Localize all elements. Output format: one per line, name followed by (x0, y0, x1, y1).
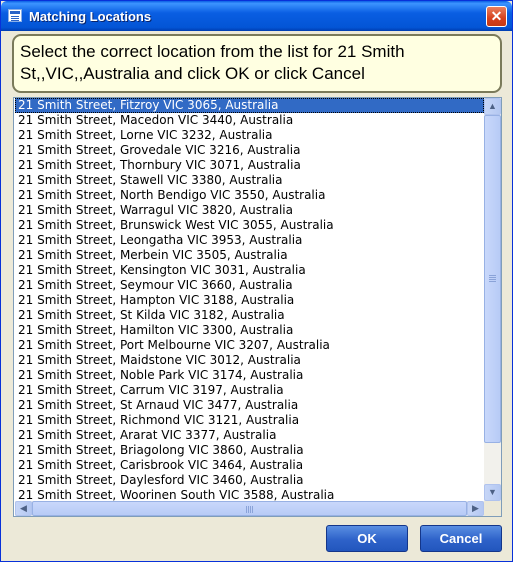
scroll-down-button[interactable]: ▼ (484, 484, 501, 501)
list-item[interactable]: 21 Smith Street, Brunswick West VIC 3055… (15, 218, 484, 233)
list-item[interactable]: 21 Smith Street, Lorne VIC 3232, Austral… (15, 128, 484, 143)
title-bar[interactable]: Matching Locations ✕ (1, 1, 512, 31)
arrow-left-icon: ◀ (20, 503, 27, 513)
window-title: Matching Locations (29, 9, 152, 24)
list-item[interactable]: 21 Smith Street, Briagolong VIC 3860, Au… (15, 443, 484, 458)
list-item[interactable]: 21 Smith Street, Hampton VIC 3188, Austr… (15, 293, 484, 308)
scroll-up-button[interactable]: ▲ (484, 98, 501, 115)
arrow-down-icon: ▼ (488, 487, 497, 497)
instruction-prompt: Select the correct location from the lis… (12, 34, 502, 93)
horizontal-scroll-thumb[interactable] (32, 501, 467, 516)
scroll-right-button[interactable]: ▶ (467, 501, 484, 516)
arrow-right-icon: ▶ (472, 503, 479, 513)
list-item[interactable]: 21 Smith Street, Warragul VIC 3820, Aust… (15, 203, 484, 218)
grip-icon (246, 506, 247, 513)
list-item[interactable]: 21 Smith Street, North Bendigo VIC 3550,… (15, 188, 484, 203)
list-item[interactable]: 21 Smith Street, Carisbrook VIC 3464, Au… (15, 458, 484, 473)
list-item[interactable]: 21 Smith Street, Kensington VIC 3031, Au… (15, 263, 484, 278)
list-item[interactable]: 21 Smith Street, Macedon VIC 3440, Austr… (15, 113, 484, 128)
scrollbar-corner (484, 501, 501, 516)
list-item[interactable]: 21 Smith Street, Fitzroy VIC 3065, Austr… (15, 98, 484, 113)
list-item[interactable]: 21 Smith Street, Stawell VIC 3380, Austr… (15, 173, 484, 188)
close-icon: ✕ (490, 8, 503, 24)
list-item[interactable]: 21 Smith Street, Richmond VIC 3121, Aust… (15, 413, 484, 428)
location-list-items: 21 Smith Street, Fitzroy VIC 3065, Austr… (15, 98, 484, 501)
scroll-left-button[interactable]: ◀ (15, 501, 32, 516)
cancel-button[interactable]: Cancel (420, 525, 502, 552)
list-item[interactable]: 21 Smith Street, Carrum VIC 3197, Austra… (15, 383, 484, 398)
vertical-scroll-thumb[interactable] (484, 115, 501, 443)
list-item[interactable]: 21 Smith Street, Leongatha VIC 3953, Aus… (15, 233, 484, 248)
list-item[interactable]: 21 Smith Street, St Kilda VIC 3182, Aust… (15, 308, 484, 323)
close-button[interactable]: ✕ (486, 6, 507, 27)
horizontal-scrollbar[interactable]: ◀ ▶ (15, 501, 484, 516)
matching-locations-dialog: Matching Locations ✕ Select the correct … (0, 0, 513, 562)
list-item[interactable]: 21 Smith Street, Maidstone VIC 3012, Aus… (15, 353, 484, 368)
list-item[interactable]: 21 Smith Street, Hamilton VIC 3300, Aust… (15, 323, 484, 338)
list-item[interactable]: 21 Smith Street, Woorinen South VIC 3588… (15, 488, 484, 501)
prompt-text: Select the correct location from the lis… (20, 42, 405, 83)
ok-button[interactable]: OK (326, 525, 408, 552)
list-item[interactable]: 21 Smith Street, St Arnaud VIC 3477, Aus… (15, 398, 484, 413)
list-item[interactable]: 21 Smith Street, Grovedale VIC 3216, Aus… (15, 143, 484, 158)
grip-icon (489, 275, 496, 276)
list-item[interactable]: 21 Smith Street, Daylesford VIC 3460, Au… (15, 473, 484, 488)
list-item[interactable]: 21 Smith Street, Seymour VIC 3660, Austr… (15, 278, 484, 293)
form-window-icon (8, 9, 22, 22)
locations-listbox[interactable]: 21 Smith Street, Fitzroy VIC 3065, Austr… (13, 97, 502, 517)
list-item[interactable]: 21 Smith Street, Ararat VIC 3377, Austra… (15, 428, 484, 443)
list-item[interactable]: 21 Smith Street, Thornbury VIC 3071, Aus… (15, 158, 484, 173)
arrow-up-icon: ▲ (488, 101, 497, 111)
vertical-scrollbar[interactable]: ▲ ▼ (484, 98, 501, 501)
list-item[interactable]: 21 Smith Street, Noble Park VIC 3174, Au… (15, 368, 484, 383)
list-item[interactable]: 21 Smith Street, Port Melbourne VIC 3207… (15, 338, 484, 353)
list-item[interactable]: 21 Smith Street, Merbein VIC 3505, Austr… (15, 248, 484, 263)
